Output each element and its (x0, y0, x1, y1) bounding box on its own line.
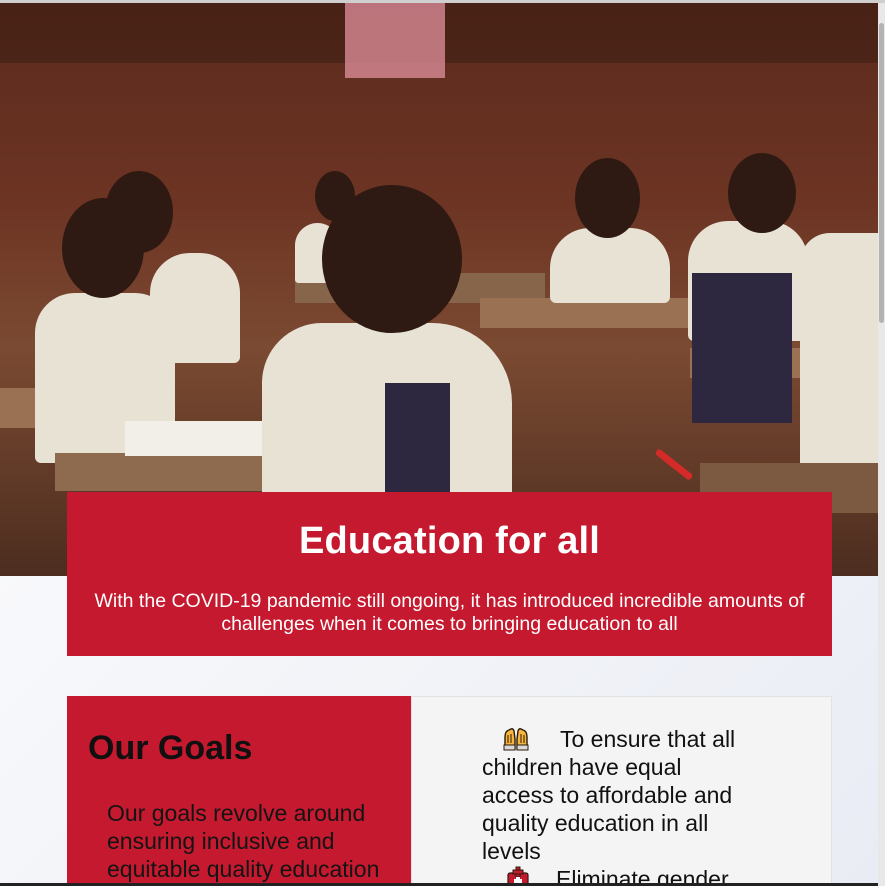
goals-list: To ensure that all children have equal a… (411, 696, 832, 886)
scrollbar[interactable] (878, 3, 885, 886)
hero-description: With the COVID-19 pandemic still ongoing… (94, 590, 805, 635)
open-book (125, 421, 265, 456)
hero-image (0, 3, 878, 576)
wall-poster (345, 3, 445, 78)
raised-hands-icon (502, 725, 530, 751)
goals-description: Our goals revolve around ensuring inclus… (107, 800, 380, 882)
hero-banner: Education for all With the COVID-19 pand… (67, 492, 832, 656)
desk-front (55, 453, 295, 491)
scrollbar-thumb[interactable] (879, 23, 884, 323)
hero-title: Education for all (298, 520, 601, 562)
goals-title: Our Goals (88, 729, 253, 767)
goals-panel: Our Goals Our goals revolve around ensur… (67, 696, 411, 886)
red-pencil (654, 448, 694, 481)
goal-item: To ensure that all children have equal a… (482, 725, 757, 865)
